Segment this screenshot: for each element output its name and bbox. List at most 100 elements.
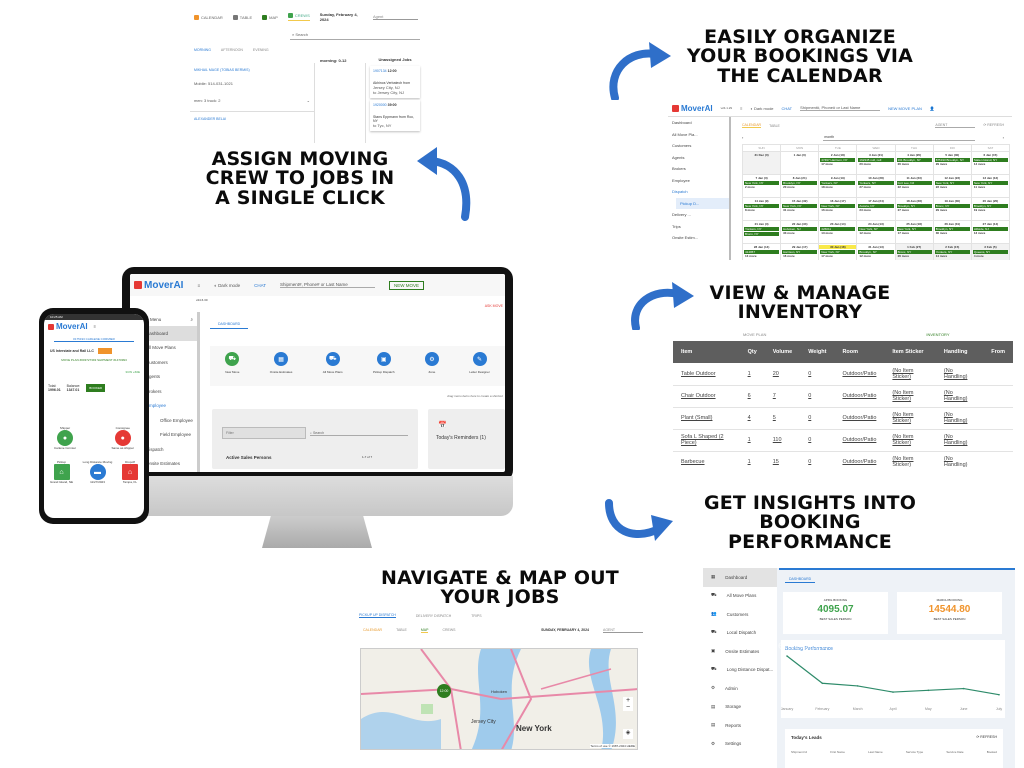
more-link[interactable]: 13 more xyxy=(819,231,856,235)
column-header[interactable]: Shipment Id xyxy=(791,750,807,754)
refresh-button[interactable]: ⟳ REFRESH xyxy=(976,735,997,740)
column-header[interactable]: Volume xyxy=(764,341,801,363)
column-header[interactable]: From xyxy=(983,341,1013,363)
column-header[interactable]: Item xyxy=(673,341,740,363)
menu-icon[interactable]: ≡ xyxy=(197,283,200,288)
more-link[interactable]: 13 more xyxy=(743,254,780,258)
crew-name[interactable]: ALEXANDER BELAI xyxy=(190,112,314,126)
table-cell[interactable]: 0 xyxy=(800,429,835,452)
calendar-day[interactable]: 21 Jan (4) Yonkers, NY Bronx, NY xyxy=(743,221,781,243)
table-cell[interactable]: Sofa L Shaped (2 Piece) xyxy=(673,429,740,452)
more-link[interactable]: 17 more xyxy=(819,254,856,258)
consignee[interactable]: Consignee ● Same as shipper xyxy=(111,426,134,450)
sidebar-item[interactable]: ⚙ Admin xyxy=(703,679,777,698)
table-row[interactable]: Table Outdoor 1 20 0 Outdoor/Patio (No Item S… xyxy=(673,363,1013,386)
crew-name[interactable]: MIKHAIL MAGE (TOBIAS BERMIS) xyxy=(190,63,314,77)
agent-select[interactable]: Agent xyxy=(935,123,976,128)
calendar-day[interactable]: 8 Jan (21) Brooklyn, NY 20 more xyxy=(781,175,819,197)
sidebar-item[interactable]: Employee xyxy=(668,175,729,187)
table-cell[interactable]: (No Handling) xyxy=(935,385,984,408)
calendar-day[interactable]: 28 Jan (14) 414957 13 more xyxy=(743,244,781,260)
table-row[interactable]: Barbecue 1 15 0 Outdoor/Patio (No Item Sticke… xyxy=(673,451,1013,467)
shortcut-button[interactable]: ▣ Pickup Dispatch xyxy=(373,346,395,386)
tab-dashboard[interactable]: DASHBOARD xyxy=(785,576,816,583)
sidebar-item[interactable]: ⚙ Settings xyxy=(703,735,777,754)
table-cell[interactable]: 6 xyxy=(739,385,765,408)
tab-crews[interactable]: CREWS xyxy=(442,628,455,632)
table-cell[interactable]: Outdoor/Patio xyxy=(834,363,885,386)
column-header[interactable]: Qty xyxy=(739,341,765,363)
table-cell[interactable]: 0 xyxy=(800,407,835,430)
more-link[interactable]: 12 more xyxy=(857,254,894,258)
more-link[interactable]: 20 more xyxy=(896,162,933,166)
more-link[interactable]: 16 more xyxy=(819,208,856,212)
table-cell[interactable]: Table Outdoor xyxy=(673,363,740,386)
table-row[interactable]: Chair Outdoor 6 7 0 Outdoor/Patio (No Item St… xyxy=(673,385,1013,408)
crew-size-select[interactable]: men: 3 truck: 2 ⌄ xyxy=(190,90,314,112)
tab-calendar[interactable]: CALENDAR xyxy=(363,628,382,632)
agent-select[interactable]: Agent xyxy=(603,628,643,633)
booking-event[interactable]: Yonkers, NY xyxy=(744,227,780,231)
table-cell[interactable] xyxy=(983,363,1013,386)
more-link[interactable]: 29 more xyxy=(934,162,971,166)
data-point[interactable] xyxy=(927,689,930,692)
calendar-day[interactable]: 7 Jan (3) New York, NY 2 more xyxy=(743,175,781,197)
tab-dashboard[interactable]: DASHBOARD xyxy=(210,320,249,329)
new-move-plan-button[interactable]: NEW MOVE PLAN xyxy=(888,106,922,111)
map-canvas[interactable]: 12:00 Hoboken Jersey City New York + − ◈ … xyxy=(360,648,638,750)
table-cell[interactable]: 1 xyxy=(739,451,765,467)
shift-evening[interactable]: EVENING xyxy=(253,48,269,52)
table-cell[interactable]: 1 xyxy=(739,429,765,452)
column-header[interactable]: Weight xyxy=(800,341,835,363)
table-cell[interactable]: (No Item Sticker) xyxy=(884,385,936,408)
dark-mode-toggle[interactable]: ◐ Dark mode xyxy=(750,106,773,111)
column-header[interactable]: Handling xyxy=(935,341,984,363)
table-cell[interactable]: 0 xyxy=(800,451,835,467)
sidebar-item[interactable]: ▦ Dashboard xyxy=(703,568,777,587)
more-link[interactable]: 31 more xyxy=(781,208,818,212)
tab-inventory[interactable]: INVENTORY xyxy=(926,332,949,337)
table-cell[interactable]: (No Item Sticker) xyxy=(884,429,936,452)
zoom-out-button[interactable]: − xyxy=(623,704,633,711)
tab-crews[interactable]: CREWS xyxy=(287,13,310,21)
table-cell[interactable]: (No Item Sticker) xyxy=(884,407,936,430)
table-cell[interactable]: Barbecue xyxy=(673,451,740,467)
sidebar-item[interactable]: 👥 Customers xyxy=(703,605,777,624)
menu-icon[interactable]: ≡ xyxy=(94,324,96,329)
customer-tab[interactable]: #175193 CARLENE CORMIER xyxy=(54,337,134,342)
table-cell[interactable]: (No Item Sticker) xyxy=(884,363,936,386)
calendar-day[interactable]: 17 Jan (24) Astoria, NY 23 more xyxy=(857,198,895,220)
tab-calendar[interactable]: CALENDAR xyxy=(194,14,223,20)
calendar-day[interactable]: 23 Jan (14) 426011 13 more xyxy=(819,221,857,243)
calendar-day[interactable]: 2 Feb (15) Yonkers, NY 14 more xyxy=(933,244,971,260)
table-cell[interactable]: Outdoor/Patio xyxy=(834,451,885,467)
table-cell[interactable]: (No Item Sticker) xyxy=(884,451,936,467)
chat-button[interactable]: CHAT xyxy=(254,283,266,288)
tab-pickup-dispatch[interactable]: PICKUP UP DISPATCH xyxy=(359,613,396,618)
sidebar-item[interactable]: Dashboard xyxy=(668,117,729,129)
column-header[interactable]: Last Name xyxy=(868,750,883,754)
next-icon[interactable]: › xyxy=(1003,135,1004,140)
menu-icon[interactable]: ≡ xyxy=(740,106,742,111)
calendar-day[interactable]: 9 Jan (19) Yonkers, NY 18 more xyxy=(819,175,857,197)
pickup[interactable]: Pickup ⌂ Grand Island, NE xyxy=(50,460,73,484)
move-mode[interactable]: Long Distance Moving ▬ 11/27/2023 xyxy=(83,460,113,484)
table-cell[interactable] xyxy=(983,429,1013,452)
zoom-in-button[interactable]: + xyxy=(623,697,633,704)
table-cell[interactable] xyxy=(983,451,1013,467)
view-select[interactable]: month xyxy=(823,134,975,141)
shift-afternoon[interactable]: AFTERNOON xyxy=(221,48,243,52)
shortcut-button[interactable]: ⛟ All Move Plans xyxy=(323,346,343,386)
more-link[interactable]: 33 more xyxy=(781,231,818,235)
calendar-day[interactable]: 20 Jan (20) Brooklyn, NY 19 more xyxy=(971,198,1009,220)
more-link[interactable]: 8 more xyxy=(743,208,780,212)
more-link[interactable]: 19 more xyxy=(972,208,1009,212)
calendar-day[interactable]: 30 Jan (18) New York, NY 17 more xyxy=(819,244,857,260)
search-input[interactable]: Shipment#, Phone# or Last Name xyxy=(800,105,881,111)
tab-map[interactable]: MAP xyxy=(262,14,278,20)
search-input[interactable]: ⌕ Search xyxy=(290,30,420,40)
more-link[interactable]: 27 more xyxy=(896,208,933,212)
calendar-day[interactable]: 2 Jan (18) 47497 Harrison, NY 17 more xyxy=(819,152,857,174)
data-point[interactable] xyxy=(892,691,894,693)
calendar-day[interactable]: 13 Jan (12) New York, NY 11 more xyxy=(971,175,1009,197)
